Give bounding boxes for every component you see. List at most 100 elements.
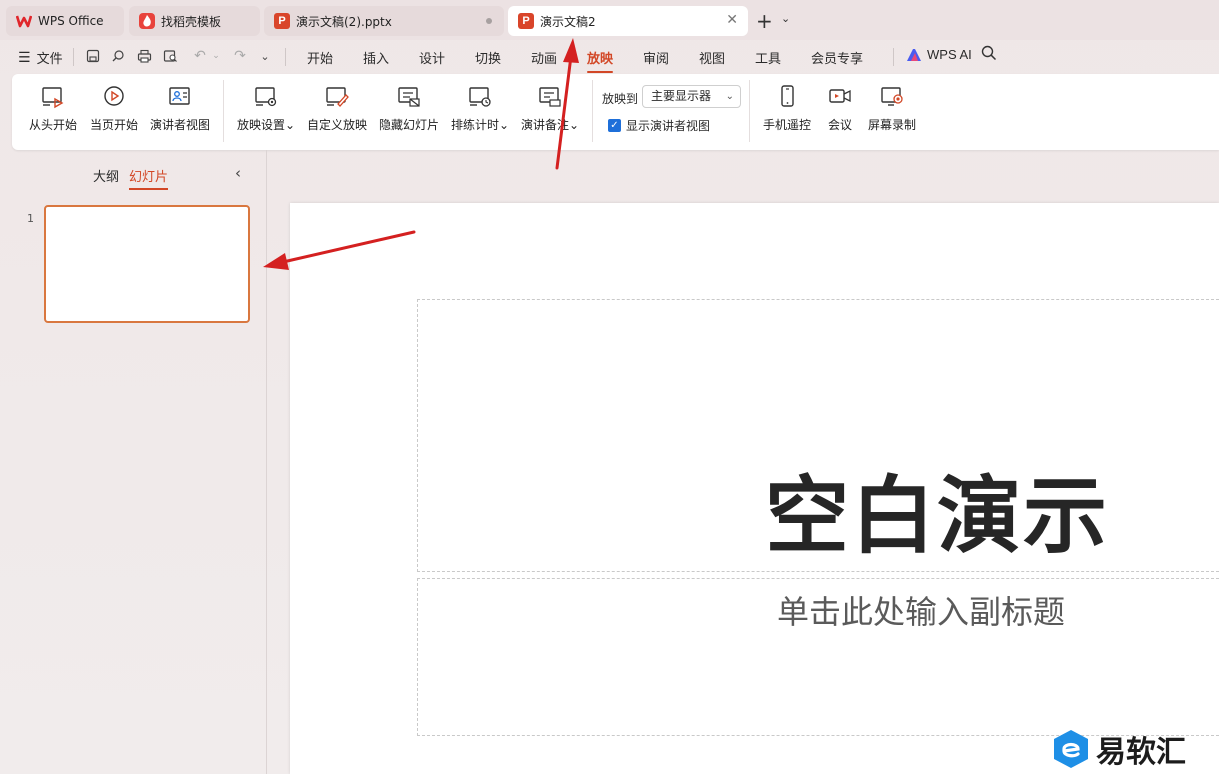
print-icon[interactable]: [134, 46, 154, 66]
tab-label: 演示文稿(2).pptx: [296, 14, 392, 29]
unsaved-dot-icon: [486, 18, 492, 24]
play-circle-icon: [104, 86, 124, 106]
speaker-notes-label: 演讲备注⌄: [521, 118, 580, 132]
wps-logo-icon: [16, 13, 32, 29]
screen-record-button[interactable]: 屏幕录制: [868, 84, 916, 133]
from-start-button[interactable]: 从头开始: [29, 84, 77, 133]
from-current-button[interactable]: 当页开始: [90, 84, 138, 133]
show-settings-button[interactable]: 放映设置⌄: [237, 84, 295, 133]
divider: [285, 48, 286, 66]
slide-subtitle[interactable]: 单击此处输入副标题: [777, 587, 1065, 633]
hide-slide-icon: [398, 87, 420, 107]
slide-title[interactable]: 空白演示: [765, 466, 1109, 566]
slide-thumbnail[interactable]: [44, 205, 250, 323]
slides-pane: 大纲 幻灯片 ‹ 1: [0, 150, 266, 774]
print-preview-icon[interactable]: [160, 46, 180, 66]
wps-ai-icon: [907, 48, 921, 61]
tab-wps-office[interactable]: WPS Office: [6, 6, 124, 36]
divider: [73, 48, 74, 66]
screen-record-label: 屏幕录制: [868, 118, 917, 132]
speaker-notes-icon: [539, 87, 561, 107]
slide-canvas[interactable]: 空白演示 单击此处输入副标题: [290, 203, 1219, 774]
from-start-label: 从头开始: [29, 118, 78, 132]
chevron-down-icon[interactable]: ⌄: [206, 46, 226, 66]
show-presenter-view-checkbox[interactable]: ✓ 显示演讲者视图: [608, 117, 710, 134]
tab-view[interactable]: 视图: [699, 48, 725, 67]
tab-bar: WPS Office 找稻壳模板 P 演示文稿(2).pptx P 演示文稿2 …: [0, 0, 1219, 40]
divider: [592, 80, 593, 142]
tab-home[interactable]: 开始: [307, 48, 333, 67]
file-menu-button[interactable]: ☰ 文件: [18, 48, 63, 68]
tab-slides[interactable]: 幻灯片: [129, 166, 169, 190]
file-menu-label: 文件: [36, 52, 63, 67]
divider: [749, 80, 750, 142]
tab-insert[interactable]: 插入: [363, 48, 389, 67]
screen-record-icon: [881, 87, 903, 106]
tab-member[interactable]: 会员专享: [811, 48, 863, 67]
menu-row: ☰ 文件 ↶ ⌄ ↷ ⌄ 开始 插入 设计 切换 动画 放映 审阅 视图 工具 …: [0, 40, 1219, 73]
tab-slideshow[interactable]: 放映: [587, 48, 614, 73]
show-presenter-view-label: 显示演讲者视图: [626, 119, 711, 133]
from-current-label: 当页开始: [90, 118, 139, 132]
custom-show-button[interactable]: 自定义放映: [307, 84, 367, 133]
rehearse-timing-button[interactable]: 排练计时⌄: [451, 84, 509, 133]
divider: [893, 48, 894, 66]
rehearse-timing-label: 排练计时⌄: [451, 118, 510, 132]
tab-animation[interactable]: 动画: [531, 48, 557, 67]
pane-divider[interactable]: [266, 150, 267, 774]
display-select-value: 主要显示器: [651, 89, 712, 103]
tab-presentation-2[interactable]: P 演示文稿2 ✕: [508, 6, 748, 36]
play-from-start-icon: [42, 87, 64, 109]
tab-label: 找稻壳模板: [161, 14, 222, 29]
watermark-text: 易软汇: [1096, 735, 1186, 770]
chevron-down-icon[interactable]: ⌄: [781, 12, 790, 25]
meeting-camera-icon: [829, 89, 851, 103]
meeting-button[interactable]: 会议: [827, 84, 853, 133]
redo-icon[interactable]: ↷: [230, 46, 250, 66]
search-icon[interactable]: [981, 45, 997, 65]
speaker-notes-button[interactable]: 演讲备注⌄: [521, 84, 579, 133]
watermark: 易软汇: [1052, 727, 1186, 771]
save-icon[interactable]: [83, 46, 103, 66]
custom-show-label: 自定义放映: [307, 118, 368, 132]
collapse-pane-icon[interactable]: ‹: [235, 164, 241, 182]
hide-slide-label: 隐藏幻灯片: [379, 118, 440, 132]
close-tab-icon[interactable]: ✕: [726, 12, 738, 28]
display-select[interactable]: 主要显示器 ⌄: [642, 85, 741, 108]
hide-slide-button[interactable]: 隐藏幻灯片: [379, 84, 439, 133]
tab-tools[interactable]: 工具: [755, 48, 781, 67]
phone-remote-icon: [781, 85, 794, 107]
slide-number: 1: [27, 212, 34, 225]
ribbon-slideshow: 从头开始 当页开始 演讲者视图 放映设置⌄ 自定义放映 隐藏幻灯片 排练计时⌄ …: [12, 74, 1219, 150]
tab-design[interactable]: 设计: [419, 48, 445, 67]
new-tab-icon[interactable]: +: [756, 9, 773, 33]
show-settings-label: 放映设置⌄: [237, 118, 296, 132]
checkbox-checked-icon: ✓: [608, 119, 621, 132]
slideshow-settings-icon: [255, 87, 277, 107]
ppt-file-icon: P: [518, 13, 534, 29]
tab-outline[interactable]: 大纲: [93, 166, 119, 185]
tab-presentation-2-pptx[interactable]: P 演示文稿(2).pptx: [264, 6, 504, 36]
export-icon[interactable]: [108, 46, 128, 66]
hamburger-icon: ☰: [18, 49, 31, 66]
phone-remote-label: 手机遥控: [763, 118, 812, 132]
tab-review[interactable]: 审阅: [643, 48, 669, 67]
wps-ai-button[interactable]: WPS AI: [906, 47, 972, 62]
divider: [223, 80, 224, 142]
presenter-view-icon: [169, 87, 190, 105]
chevron-down-icon: ⌄: [725, 91, 734, 102]
phone-remote-button[interactable]: 手机遥控: [763, 84, 811, 133]
tab-docer-templates[interactable]: 找稻壳模板: [129, 6, 260, 36]
rehearse-timing-icon: [469, 87, 491, 107]
tab-label: WPS Office: [38, 14, 104, 28]
watermark-logo-icon: [1054, 730, 1088, 768]
presenter-view-button[interactable]: 演讲者视图: [150, 84, 210, 133]
meeting-label: 会议: [827, 118, 852, 132]
more-chevron-icon[interactable]: ⌄: [255, 46, 275, 66]
tab-label: 演示文稿2: [540, 14, 596, 29]
wps-ai-label: WPS AI: [927, 47, 972, 62]
ppt-file-icon: P: [274, 13, 290, 29]
docer-icon: [139, 13, 155, 29]
tab-transitions[interactable]: 切换: [475, 48, 501, 67]
show-to-label: 放映到: [602, 92, 639, 106]
